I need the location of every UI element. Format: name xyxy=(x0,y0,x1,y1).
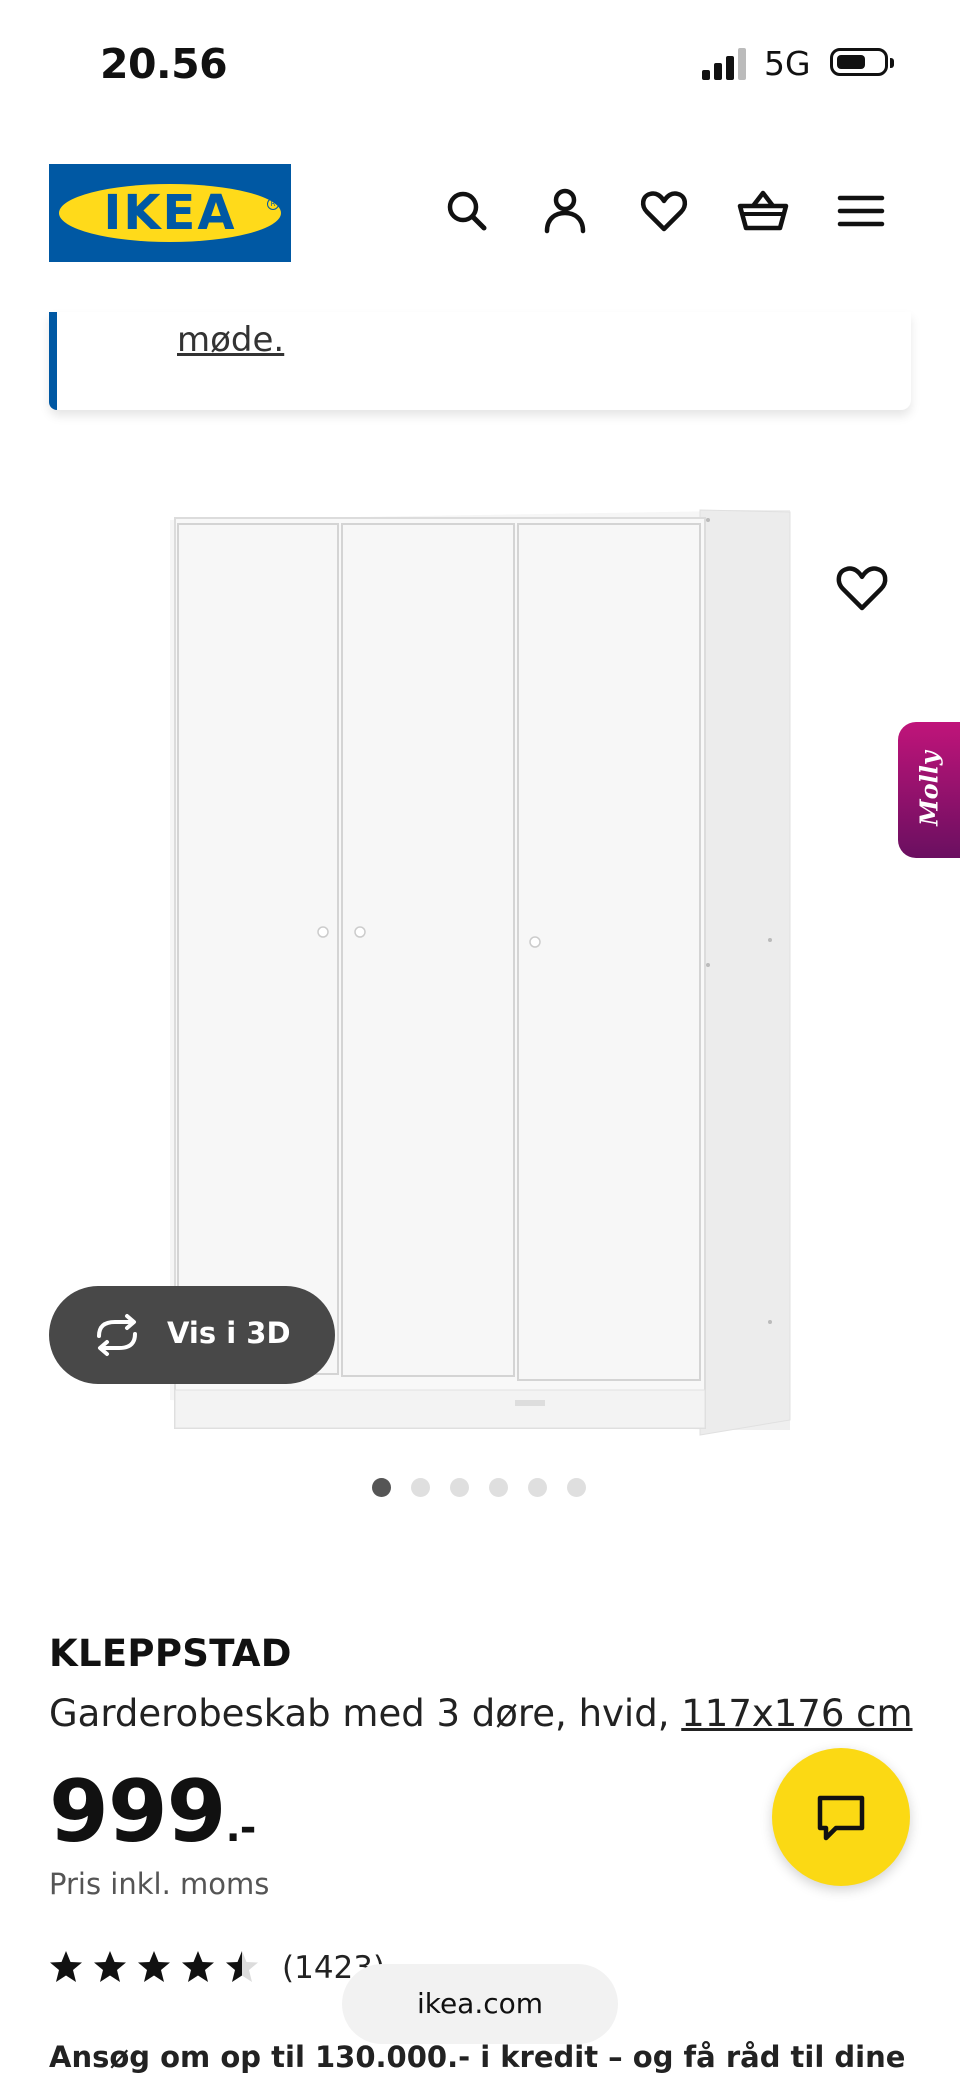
signal-icon xyxy=(702,48,750,80)
clock: 20.56 xyxy=(100,40,228,88)
menu-icon[interactable] xyxy=(834,184,888,238)
chat-icon xyxy=(817,1795,865,1841)
product-description: Garderobeskab med 3 døre, hvid, 117x176 … xyxy=(49,1692,913,1735)
notice-link[interactable]: møde. xyxy=(177,320,284,360)
star-icon xyxy=(94,1951,126,1982)
site-header: IKEA R xyxy=(0,130,960,312)
star-icon xyxy=(138,1951,170,1982)
view-in-3d-label: Vis i 3D xyxy=(167,1316,291,1350)
star-icon xyxy=(50,1951,82,1982)
price-suffix: .- xyxy=(225,1805,257,1851)
product-name: KLEPPSTAD xyxy=(49,1632,292,1675)
battery-icon xyxy=(830,48,894,76)
search-icon[interactable] xyxy=(440,184,494,238)
credit-promo-text[interactable]: Ansøg om op til 130.000.- i kredit – og … xyxy=(49,2040,905,2074)
view-in-3d-button[interactable]: Vis i 3D xyxy=(49,1286,335,1384)
basket-icon[interactable] xyxy=(736,184,790,238)
browser-url-bar[interactable]: ikea.com xyxy=(342,1964,618,2044)
carousel-dot[interactable] xyxy=(450,1478,469,1497)
product-price: 999.- xyxy=(49,1762,257,1862)
carousel-dot[interactable] xyxy=(372,1478,391,1497)
ikea-logo[interactable]: IKEA R xyxy=(49,164,291,262)
price-whole: 999 xyxy=(49,1762,227,1862)
carousel-dot[interactable] xyxy=(411,1478,430,1497)
account-icon[interactable] xyxy=(538,184,592,238)
notice-card: møde. xyxy=(49,312,911,410)
molly-assistant-tab[interactable]: Molly xyxy=(898,722,960,858)
chat-button[interactable] xyxy=(772,1748,910,1886)
half-star-icon xyxy=(226,1951,258,1982)
status-bar: 20.56 5G xyxy=(0,0,960,130)
carousel-dot[interactable] xyxy=(489,1478,508,1497)
carousel-dot[interactable] xyxy=(567,1478,586,1497)
logo-text: IKEA xyxy=(103,185,237,241)
product-dimensions-link[interactable]: 117x176 cm xyxy=(681,1692,912,1735)
heart-icon[interactable] xyxy=(637,184,691,238)
rotate-3d-icon xyxy=(97,1314,137,1356)
notice-accent xyxy=(49,312,57,410)
price-note: Pris inkl. moms xyxy=(49,1867,270,1901)
network-type: 5G xyxy=(764,44,811,83)
star-icon xyxy=(182,1951,214,1982)
carousel-dot[interactable] xyxy=(528,1478,547,1497)
add-to-favorites-icon[interactable] xyxy=(832,558,892,618)
molly-label: Molly xyxy=(914,751,944,826)
